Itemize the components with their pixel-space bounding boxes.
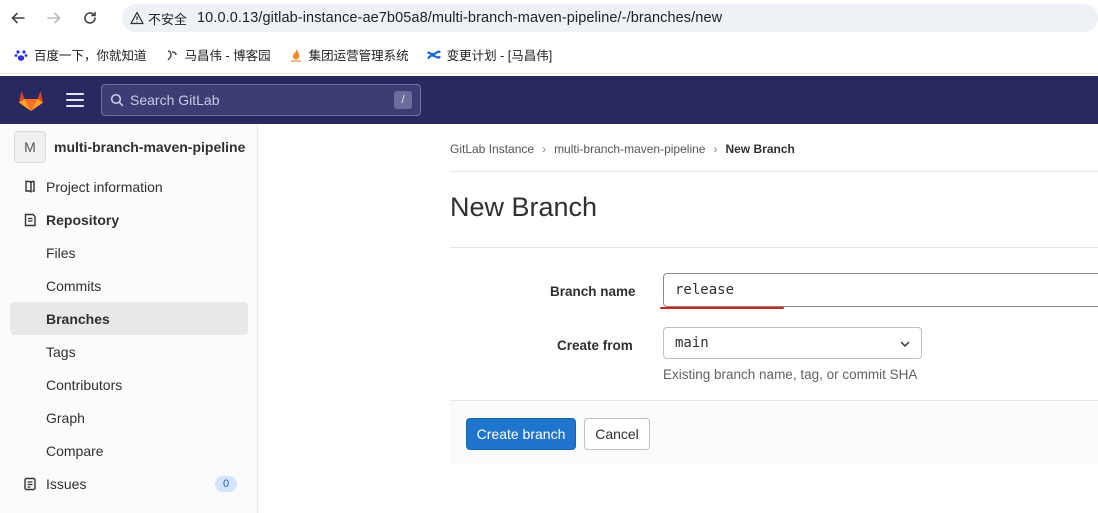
create-from-dropdown[interactable]: main (663, 327, 922, 359)
bookmark-label: 集团运营管理系统 (308, 49, 409, 63)
insecure-indicator[interactable]: 不安全 (130, 9, 197, 28)
search-shortcut-badge: / (394, 91, 412, 109)
create-branch-button[interactable]: Create branch (466, 418, 576, 450)
create-from-label: Create from (557, 338, 633, 353)
sidebar-item-graph[interactable]: Graph (0, 401, 257, 434)
sidebar-item-label: Project information (46, 178, 163, 195)
gitlab-logo-icon[interactable] (16, 85, 46, 115)
reload-icon[interactable] (72, 0, 108, 36)
form-actions: Create branch Cancel (450, 400, 1098, 464)
sidebar-item-contributors[interactable]: Contributors (0, 368, 257, 401)
issues-icon (24, 477, 36, 491)
repository-icon (24, 213, 36, 227)
flame-icon (290, 48, 301, 62)
divider (450, 247, 1098, 248)
issues-count-badge: 0 (215, 476, 237, 492)
baidu-paw-icon (14, 49, 28, 61)
divider (450, 171, 1098, 172)
sidebar-item-commits[interactable]: Commits (0, 269, 257, 302)
cancel-button[interactable]: Cancel (584, 418, 650, 450)
menu-icon[interactable] (66, 93, 84, 107)
breadcrumb-gitlab-instance[interactable]: GitLab Instance (450, 142, 534, 156)
sidebar-item-repository[interactable]: Repository (0, 203, 257, 236)
sidebar-item-label: Tags (46, 343, 76, 360)
sidebar-item-label: Graph (46, 409, 85, 426)
chevron-right-icon: › (542, 142, 547, 156)
sidebar-item-tags[interactable]: Tags (0, 335, 257, 368)
search-input[interactable]: Search GitLab / (101, 84, 421, 116)
breadcrumb-current[interactable]: New Branch (725, 142, 794, 156)
bookmark-cnblogs[interactable]: 马昌伟 - 博客园 (165, 45, 271, 64)
back-icon[interactable] (0, 0, 36, 36)
project-avatar: M (14, 131, 46, 163)
sidebar-item-label: Contributors (46, 376, 123, 393)
bookmark-change-plan[interactable]: 变更计划 - [马昌伟] (427, 45, 553, 64)
sidebar-item-files[interactable]: Files (0, 236, 257, 269)
create-from-value: main (675, 335, 709, 351)
bookmark-ops-system[interactable]: 集团运营管理系统 (289, 45, 409, 64)
project-sidebar: M multi-branch-maven-pipeline Project in… (0, 124, 258, 513)
sidebar-item-label: Commits (46, 277, 102, 294)
search-placeholder: Search GitLab (130, 92, 220, 108)
sidebar-item-issues[interactable]: Issues 0 (0, 467, 257, 500)
sidebar-item-label: Issues (46, 475, 87, 492)
sidebar-project-header[interactable]: M multi-branch-maven-pipeline (0, 124, 257, 170)
browser-toolbar: 不安全 10.0.0.13/gitlab-instance-ae7b05a8/m… (0, 0, 1098, 36)
cnblogs-icon (167, 49, 177, 60)
annotation-underline (660, 307, 784, 309)
project-info-icon (25, 180, 35, 193)
sidebar-item-label: Files (46, 244, 76, 261)
branch-name-input[interactable]: release (663, 273, 1098, 307)
sidebar-item-compare[interactable]: Compare (0, 434, 257, 467)
create-from-help-text: Existing branch name, tag, or commit SHA (663, 367, 918, 382)
insecure-label: 不安全 (148, 11, 188, 27)
sidebar-item-label: Branches (46, 310, 110, 327)
sidebar-item-label: Repository (46, 211, 120, 228)
bookmarks-bar: 百度一下，你就知道 马昌伟 - 博客园 集团运营管理系统 变更计划 - [马昌伟… (0, 36, 1098, 74)
sidebar-item-label: Compare (46, 442, 104, 459)
bookmark-baidu[interactable]: 百度一下，你就知道 (14, 45, 147, 64)
branch-name-label: Branch name (550, 284, 636, 299)
warning-triangle-icon (130, 11, 144, 25)
bookmark-label: 马昌伟 - 博客园 (184, 49, 271, 63)
search-icon (110, 93, 124, 107)
bookmark-label: 百度一下，你就知道 (34, 49, 147, 63)
forward-icon[interactable] (36, 0, 72, 36)
sidebar-item-branches[interactable]: Branches (10, 302, 248, 335)
breadcrumb: GitLab Instance › multi-branch-maven-pip… (450, 142, 795, 156)
main-content: GitLab Instance › multi-branch-maven-pip… (259, 124, 1098, 513)
sidebar-item-project-information[interactable]: Project information (0, 170, 257, 203)
gitlab-top-bar: Search GitLab / (0, 76, 1098, 124)
chevron-right-icon: › (713, 142, 718, 156)
project-name: multi-branch-maven-pipeline (54, 139, 246, 155)
confluence-icon (427, 49, 441, 59)
breadcrumb-project[interactable]: multi-branch-maven-pipeline (554, 142, 705, 156)
url-text[interactable]: 10.0.0.13/gitlab-instance-ae7b05a8/multi… (197, 10, 722, 26)
chevron-down-icon (900, 341, 910, 348)
address-bar[interactable]: 不安全 10.0.0.13/gitlab-instance-ae7b05a8/m… (122, 4, 1098, 32)
page-title: New Branch (450, 192, 598, 222)
bookmark-label: 变更计划 - [马昌伟] (446, 49, 553, 63)
